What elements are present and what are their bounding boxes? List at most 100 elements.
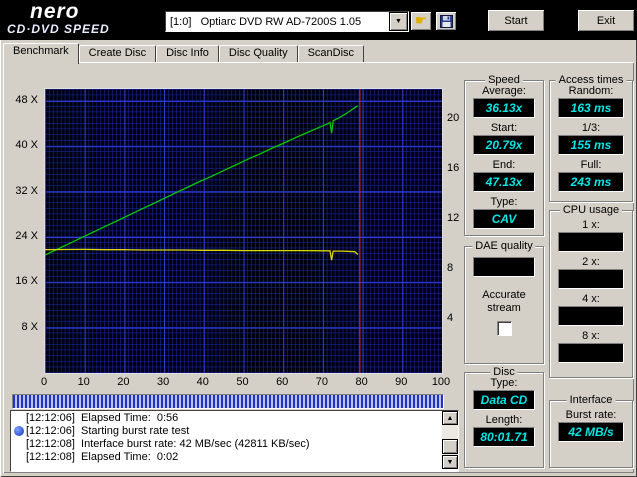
speed-end-label: End:: [492, 159, 516, 171]
log-line: [12:12:08] Interface burst rate: 42 MB/s…: [11, 437, 458, 450]
start-button[interactable]: Start: [487, 9, 545, 32]
tab-disc-quality[interactable]: Disc Quality: [218, 45, 298, 62]
x-tick: 40: [196, 376, 209, 388]
access-third-value: 155 ms: [558, 135, 624, 155]
disc-length-label: Length:: [485, 414, 523, 426]
x-tick: 30: [156, 376, 170, 388]
y-right-tick: 12: [447, 212, 460, 224]
interface-panel-title: Interface: [566, 394, 616, 406]
access-full-value: 243 ms: [558, 172, 624, 192]
x-tick: 20: [117, 376, 130, 388]
speed-panel: Speed Average: 36.13x Start: 20.79x End:…: [464, 74, 544, 236]
burst-rate-value: 42 MB/s: [558, 422, 624, 442]
burst-rate-label: Burst rate:: [565, 409, 617, 421]
accurate-stream-label: Accurate stream: [482, 289, 526, 314]
dae-quality-title: DAE quality: [472, 240, 536, 252]
chevron-down-icon: ▼: [395, 18, 402, 25]
burst-test-icon: [13, 425, 24, 436]
test-progress-bar: [12, 394, 444, 409]
disc-type-label: Type:: [490, 377, 518, 389]
disc-length-value: 80:01.71: [473, 427, 535, 447]
cpu-1x-value: [558, 232, 624, 252]
drive-selector-dropdown-button[interactable]: ▼: [389, 12, 408, 31]
x-tick: 90: [395, 376, 408, 388]
log-line-text: [12:12:06] Elapsed Time: 0:56: [26, 411, 179, 424]
x-tick: 80: [355, 376, 368, 388]
access-times-title: Access times: [555, 74, 627, 86]
scroll-thumb[interactable]: [442, 439, 458, 454]
log-line-gutter: [11, 425, 26, 436]
cpu-usage-panel: CPU usage 1 x: 2 x: 4 x: 8 x:: [549, 204, 633, 378]
speed-average-label: Average:: [482, 85, 526, 97]
speed-start-label: Start:: [490, 122, 518, 134]
tab-disc-info[interactable]: Disc Info: [156, 45, 219, 62]
log-line: [12:12:06] Starting burst rate test: [11, 424, 458, 437]
scroll-down-icon: ▼: [446, 458, 454, 466]
disc-panel-title: Disc: [490, 366, 518, 378]
disc-panel: Disc Type: Data CD Length: 80:01.71: [464, 366, 544, 468]
tab-benchmark[interactable]: Benchmark: [3, 43, 79, 64]
exit-button[interactable]: Exit: [577, 9, 635, 32]
chart-canvas: [44, 89, 443, 373]
access-times-panel: Access times Random: 163 ms 1/3: 155 ms …: [549, 74, 633, 202]
speed-average-value: 36.13x: [473, 98, 535, 118]
cpu-2x-label: 2 x:: [582, 256, 600, 268]
drive-selector[interactable]: [1:0] Optiarc DVD RW AD-7200S 1.05 ▼: [165, 11, 409, 32]
cpu-2x-value: [558, 269, 624, 289]
app-window: nero CD·DVD SPEED [1:0] Optiarc DVD RW A…: [0, 0, 637, 477]
y-left-tick: 48 X: [15, 93, 38, 106]
x-tick: 70: [315, 376, 329, 388]
cpu-4x-label: 4 x:: [582, 293, 600, 305]
speed-type-label: Type:: [490, 196, 518, 208]
speed-end-value: 47.13x: [473, 172, 535, 192]
cpu-8x-label: 8 x:: [582, 330, 600, 342]
logo-nero: nero: [30, 0, 80, 23]
cpu-usage-title: CPU usage: [559, 204, 623, 216]
speed-panel-title: Speed: [485, 74, 523, 86]
scroll-down-button[interactable]: ▼: [442, 455, 458, 469]
log-line-text: [12:12:08] Interface burst rate: 42 MB/s…: [26, 437, 310, 450]
log-scrollbar[interactable]: ▲ ▼: [442, 411, 458, 469]
y-left-tick: 24 X: [15, 229, 38, 242]
eject-button[interactable]: ☛: [410, 11, 432, 31]
dae-quality-value: [473, 257, 535, 277]
tab-create-disc[interactable]: Create Disc: [78, 45, 157, 62]
header-bar: nero CD·DVD SPEED [1:0] Optiarc DVD RW A…: [0, 0, 637, 40]
hand-icon: ☛: [414, 13, 428, 29]
y-left-tick: 40 X: [15, 139, 38, 152]
x-tick: 100: [431, 376, 451, 388]
x-tick: 50: [236, 376, 249, 388]
y-left-tick: 16 X: [15, 275, 38, 288]
access-third-label: 1/3:: [581, 122, 601, 134]
save-button[interactable]: [435, 11, 457, 31]
log-line: [12:12:08] Elapsed Time: 0:02: [11, 450, 458, 463]
dae-quality-panel: DAE quality Accurate stream: [464, 240, 544, 364]
scroll-up-button[interactable]: ▲: [442, 411, 458, 425]
cpu-8x-value: [558, 343, 624, 363]
y-left-tick: 32 X: [15, 184, 38, 197]
tab-scandisc[interactable]: ScanDisc: [297, 45, 365, 62]
access-random-label: Random:: [568, 85, 614, 97]
log-line-text: [12:12:06] Starting burst rate test: [26, 424, 190, 437]
y-right-tick: 16: [447, 162, 460, 174]
speed-start-value: 20.79x: [473, 135, 535, 155]
access-full-label: Full:: [580, 159, 602, 171]
tab-bar: Benchmark Create Disc Disc Info Disc Qua…: [3, 43, 365, 64]
disc-type-value: Data CD: [473, 390, 535, 410]
benchmark-chart: [44, 88, 443, 374]
y-left-tick: 8 X: [21, 320, 38, 333]
log-line: [12:12:06] Elapsed Time: 0:56: [11, 411, 458, 424]
cpu-4x-value: [558, 306, 624, 326]
x-tick: 0: [40, 376, 48, 388]
cpu-1x-label: 1 x:: [582, 219, 600, 231]
x-tick: 10: [77, 376, 90, 388]
interface-panel: Interface Burst rate: 42 MB/s: [549, 394, 633, 468]
log-panel: [12:12:06] Elapsed Time: 0:56 [12:12:06] …: [10, 410, 459, 472]
accurate-stream-checkbox[interactable]: [496, 321, 512, 336]
scroll-up-icon: ▲: [446, 414, 454, 422]
log-lines: [12:12:06] Elapsed Time: 0:56 [12:12:06] …: [11, 411, 458, 463]
x-tick: 60: [276, 376, 289, 388]
y-right-tick: 8: [447, 262, 454, 274]
y-right-tick: 4: [447, 312, 454, 324]
logo-cd-dvd-speed: CD·DVD SPEED: [7, 22, 110, 36]
